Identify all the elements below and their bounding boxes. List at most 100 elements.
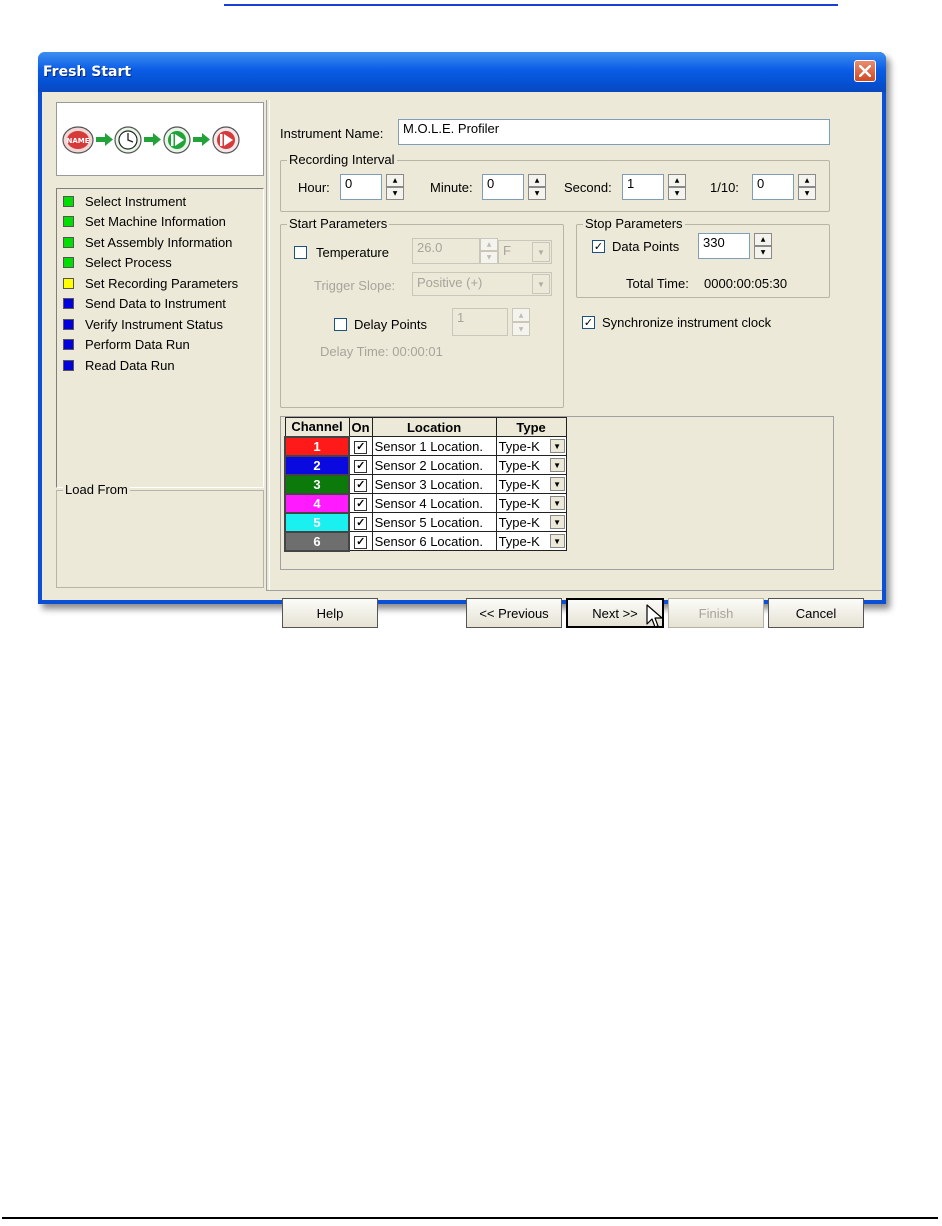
mouse-cursor-icon <box>646 604 663 628</box>
channel-on-cell: ✓ <box>348 455 373 475</box>
channel-row: 4 ✓ Sensor 4 Location. Type-K ▼ <box>284 492 567 514</box>
chevron-down-icon: ▼ <box>532 242 550 262</box>
chevron-down-icon[interactable]: ▼ <box>549 439 565 453</box>
tenth-spinner[interactable]: ▲ ▼ <box>798 174 816 200</box>
arrow-right-icon <box>144 133 161 146</box>
step-status-square <box>63 318 74 330</box>
trigger-slope-select[interactable]: Positive (+) ▼ <box>412 272 552 296</box>
channel-number: 6 <box>284 530 350 552</box>
channel-type-select[interactable]: Type-K ▼ <box>495 474 567 494</box>
temperature-label: Temperature <box>316 245 389 260</box>
channel-on-checkbox[interactable]: ✓ <box>354 517 368 530</box>
wizard-step-item: Verify Instrument Status <box>63 314 223 334</box>
stop-parameters-title: Stop Parameters <box>583 216 685 231</box>
channel-table: Channel On Location Type 1 ✓ Sensor 1 Loca… <box>284 417 567 552</box>
wizard-step-item: Set Machine Information <box>63 212 226 232</box>
minute-label: Minute: <box>430 180 473 195</box>
hour-spinner[interactable]: ▲ ▼ <box>386 174 404 200</box>
chevron-down-icon: ▼ <box>532 274 550 294</box>
temperature-input[interactable]: 26.0 <box>412 238 480 264</box>
chevron-down-icon[interactable]: ▼ <box>549 534 565 548</box>
channel-location-cell[interactable]: Sensor 1 Location. <box>371 436 497 456</box>
wizard-step-label: Read Data Run <box>85 357 175 373</box>
delay-points-checkbox[interactable] <box>334 318 347 331</box>
channel-row: 1 ✓ Sensor 1 Location. Type-K ▼ <box>284 435 567 457</box>
wizard-logo-panel: NAME <box>56 102 264 176</box>
channel-type-value: Type-K <box>498 495 540 511</box>
channel-type-select[interactable]: Type-K ▼ <box>495 455 567 475</box>
channel-type-select[interactable]: Type-K ▼ <box>495 512 567 532</box>
previous-button[interactable]: << Previous <box>466 598 562 628</box>
cancel-button[interactable]: Cancel <box>768 598 864 628</box>
data-points-checkbox[interactable]: ✓ <box>592 240 605 253</box>
next-button-label: Next >> <box>592 605 638 621</box>
channel-on-cell: ✓ <box>348 493 373 513</box>
chevron-down-icon[interactable]: ▼ <box>549 458 565 472</box>
temperature-spinner[interactable]: ▲ ▼ <box>480 238 498 264</box>
temperature-unit-select[interactable]: F ▼ <box>498 240 552 264</box>
wizard-step-label: Select Instrument <box>85 193 187 209</box>
second-spinner[interactable]: ▲ ▼ <box>668 174 686 200</box>
wizard-step-label: Set Recording Parameters <box>85 275 239 291</box>
step-status-square <box>63 359 74 371</box>
sync-clock-checkbox[interactable]: ✓ <box>582 316 595 329</box>
channel-on-cell: ✓ <box>348 531 373 551</box>
trigger-slope-label: Trigger Slope: <box>314 278 396 293</box>
title-bar[interactable]: Fresh Start <box>38 52 886 92</box>
chevron-down-icon[interactable]: ▼ <box>549 515 565 529</box>
channel-on-cell: ✓ <box>348 436 373 456</box>
channel-number: 4 <box>284 492 350 514</box>
help-button[interactable]: Help <box>282 598 378 628</box>
chevron-down-icon[interactable]: ▼ <box>549 477 565 491</box>
channel-on-checkbox[interactable]: ✓ <box>354 536 368 549</box>
channel-type-value: Type-K <box>498 457 540 473</box>
channel-on-checkbox[interactable]: ✓ <box>354 479 368 492</box>
wizard-step-label: Perform Data Run <box>85 337 190 352</box>
play-red-icon <box>212 126 240 154</box>
channel-on-checkbox[interactable]: ✓ <box>354 498 368 511</box>
svg-text:NAME: NAME <box>66 137 89 145</box>
channel-location-cell[interactable]: Sensor 6 Location. <box>371 531 497 551</box>
second-input[interactable]: 1 <box>622 174 664 200</box>
chevron-down-icon[interactable]: ▼ <box>549 496 565 510</box>
data-points-input[interactable]: 330 <box>698 233 750 259</box>
channel-type-select[interactable]: Type-K ▼ <box>495 531 567 551</box>
finish-button[interactable]: Finish <box>668 598 764 628</box>
data-points-spinner[interactable]: ▲ ▼ <box>754 233 772 259</box>
trigger-slope-value: Positive (+) <box>417 275 483 290</box>
load-from-group: Load From <box>56 482 264 588</box>
hour-label: Hour: <box>298 180 330 195</box>
tenth-input[interactable]: 0 <box>752 174 794 200</box>
delay-points-input[interactable]: 1 <box>452 308 508 336</box>
minute-spinner[interactable]: ▲ ▼ <box>528 174 546 200</box>
step-status-square <box>63 298 74 309</box>
channel-on-checkbox[interactable]: ✓ <box>354 441 368 454</box>
temperature-checkbox[interactable] <box>294 246 307 259</box>
wizard-step-label: Select Process <box>85 255 172 270</box>
channel-on-checkbox[interactable]: ✓ <box>354 460 368 473</box>
wizard-step-item: Set Recording Parameters <box>63 273 238 293</box>
channel-location-cell[interactable]: Sensor 4 Location. <box>371 493 497 513</box>
channel-number: 3 <box>284 473 350 495</box>
channel-location-cell[interactable]: Sensor 3 Location. <box>371 474 497 494</box>
minute-input[interactable]: 0 <box>482 174 524 200</box>
sync-clock-label[interactable]: Synchronize instrument clock <box>602 315 771 330</box>
instrument-name-input[interactable]: M.O.L.E. Profiler <box>398 119 830 145</box>
wizard-step-item: Send Data to Instrument <box>63 294 226 314</box>
recording-interval-title: Recording Interval <box>287 152 397 167</box>
channel-number: 5 <box>284 511 350 533</box>
channel-location-cell[interactable]: Sensor 5 Location. <box>371 512 497 532</box>
channel-type-select[interactable]: Type-K ▼ <box>495 493 567 513</box>
load-from-label: Load From <box>63 482 130 497</box>
step-status-square <box>63 216 74 227</box>
channel-location-cell[interactable]: Sensor 2 Location. <box>371 455 497 475</box>
step-status-square <box>63 257 74 268</box>
panel-divider <box>266 100 270 590</box>
name-icon: NAME <box>62 126 94 154</box>
channel-type-select[interactable]: Type-K ▼ <box>495 436 567 456</box>
delay-points-spinner[interactable]: ▲ ▼ <box>512 308 530 336</box>
hour-input[interactable]: 0 <box>340 174 382 200</box>
window-title: Fresh Start <box>43 64 132 80</box>
close-button[interactable] <box>854 60 876 82</box>
arrow-right-icon <box>193 133 210 146</box>
